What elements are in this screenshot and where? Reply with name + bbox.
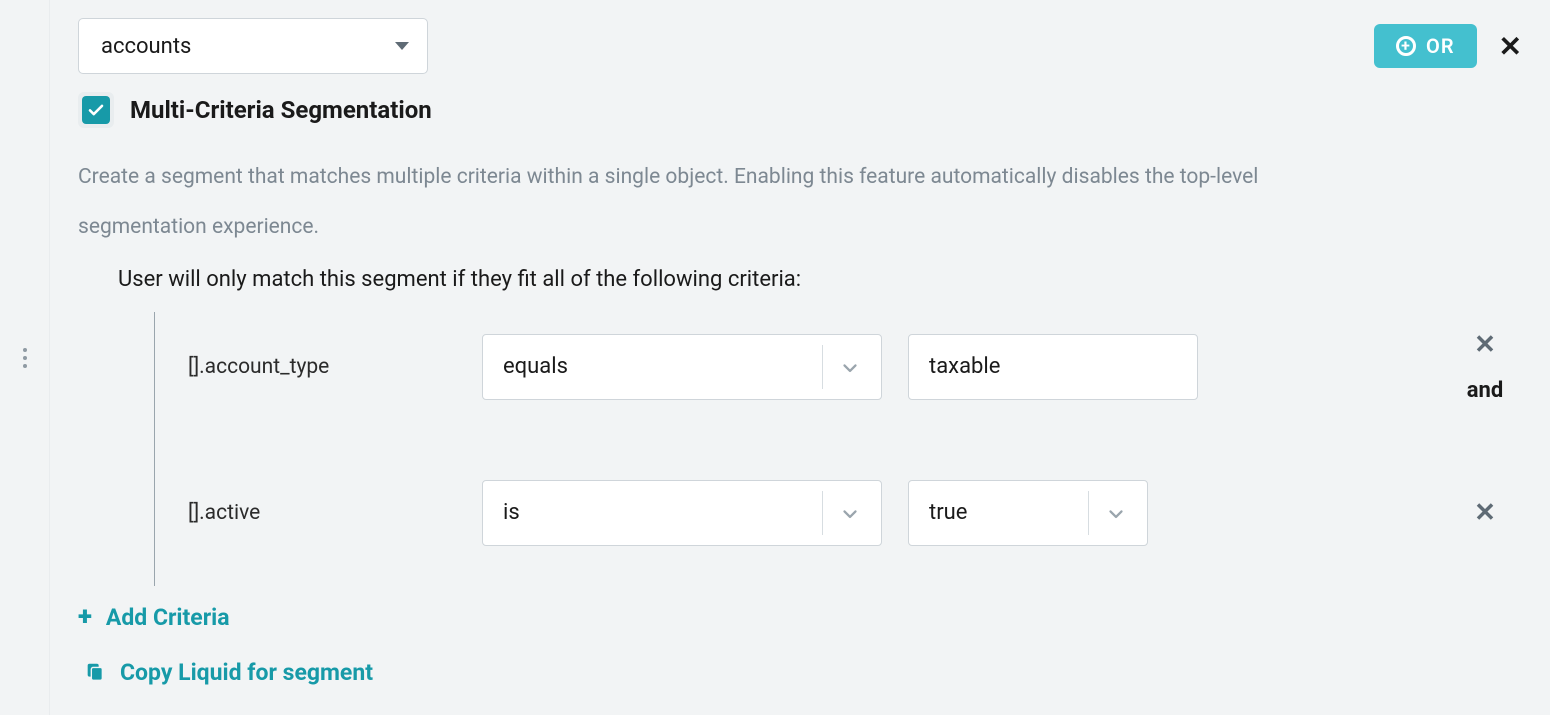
copy-liquid-button[interactable]: Copy Liquid for segment bbox=[84, 659, 1522, 686]
multi-criteria-label: Multi-Criteria Segmentation bbox=[130, 96, 432, 124]
or-button[interactable]: + OR bbox=[1374, 24, 1477, 68]
criteria-row: [].active is true bbox=[154, 458, 1522, 568]
operator-value: equals bbox=[503, 354, 568, 379]
conjunction-label: and bbox=[1467, 378, 1504, 403]
criteria-field-label: [].active bbox=[188, 501, 456, 525]
value-text: taxable bbox=[929, 354, 1000, 379]
copy-icon bbox=[84, 661, 106, 683]
chevron-down-icon bbox=[839, 357, 861, 385]
chevron-down-icon bbox=[1105, 503, 1127, 531]
plus-circle-icon: + bbox=[1396, 36, 1416, 56]
value-text: true bbox=[929, 500, 967, 525]
check-icon bbox=[87, 101, 105, 119]
segment-builder-panel: accounts + OR ✕ Multi-Criteria Segmentat… bbox=[50, 0, 1550, 715]
plus-icon: + bbox=[78, 604, 92, 630]
operator-select[interactable]: equals bbox=[482, 334, 882, 400]
multi-criteria-checkbox[interactable] bbox=[82, 96, 110, 124]
caret-down-icon bbox=[395, 42, 409, 50]
close-icon[interactable]: ✕ bbox=[1499, 30, 1522, 63]
add-criteria-label: Add Criteria bbox=[106, 604, 230, 631]
chevron-down-icon bbox=[839, 503, 861, 531]
or-button-label: OR bbox=[1426, 34, 1455, 58]
object-select-value: accounts bbox=[101, 34, 191, 59]
criteria-block: [].account_type equals taxable ✕ and bbox=[78, 312, 1522, 568]
criteria-row: [].account_type equals taxable ✕ and bbox=[154, 312, 1522, 422]
criteria-field-label: [].account_type bbox=[188, 355, 456, 379]
checkbox-wrap bbox=[78, 92, 114, 128]
remove-criteria-icon[interactable]: ✕ bbox=[1474, 498, 1496, 528]
bottom-actions: + Add Criteria Copy Liquid for segment bbox=[78, 604, 1522, 686]
help-text: Create a segment that matches multiple c… bbox=[78, 152, 1378, 253]
copy-liquid-label: Copy Liquid for segment bbox=[120, 659, 373, 686]
value-input[interactable]: taxable bbox=[908, 334, 1198, 400]
drag-handle-icon[interactable] bbox=[23, 348, 27, 368]
add-criteria-button[interactable]: + Add Criteria bbox=[78, 604, 1522, 631]
operator-value: is bbox=[503, 500, 520, 525]
value-select[interactable]: true bbox=[908, 480, 1148, 546]
object-select[interactable]: accounts bbox=[78, 18, 428, 74]
header-row: accounts + OR ✕ bbox=[78, 18, 1522, 74]
operator-select[interactable]: is bbox=[482, 480, 882, 546]
remove-criteria-icon[interactable]: ✕ bbox=[1474, 330, 1496, 360]
criteria-instruction: User will only match this segment if the… bbox=[78, 267, 1522, 292]
side-rail bbox=[0, 0, 50, 715]
multi-criteria-toggle-row: Multi-Criteria Segmentation bbox=[78, 92, 1522, 128]
